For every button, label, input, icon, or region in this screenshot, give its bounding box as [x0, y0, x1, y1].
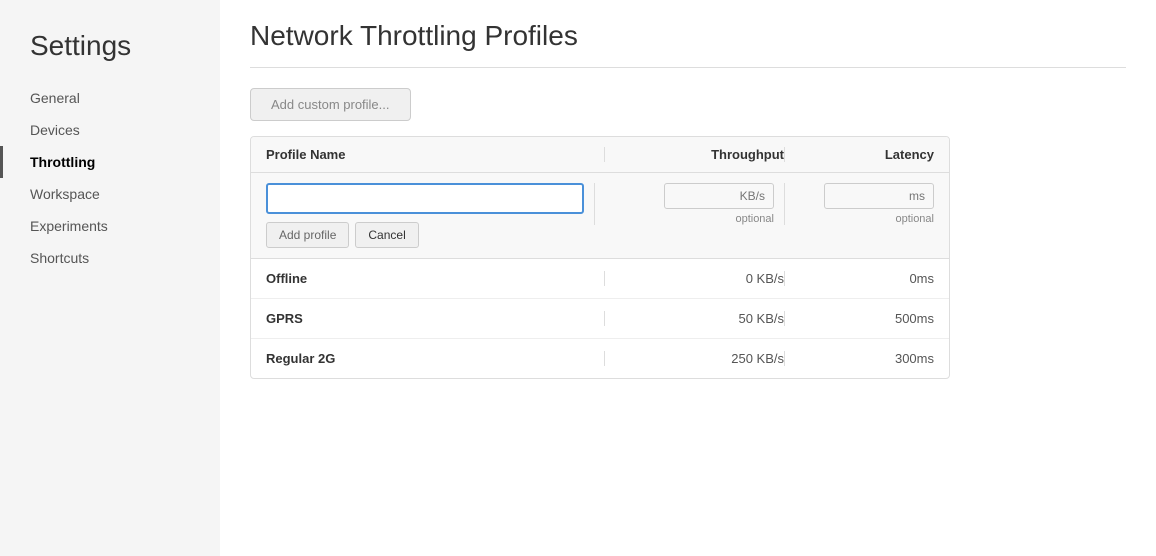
page-title: Network Throttling Profiles — [250, 20, 1126, 52]
sidebar-item-experiments[interactable]: Experiments — [0, 210, 220, 242]
table-row: Offline 0 KB/s 0ms — [251, 259, 949, 299]
profile-name-input-wrapper: Add profile Cancel — [266, 183, 584, 248]
profiles-table: Profile Name Throughput Latency Add prof… — [250, 136, 950, 379]
row-offline-throughput: 0 KB/s — [604, 271, 784, 286]
row-gprs-latency: 500ms — [784, 311, 934, 326]
add-custom-profile-button[interactable]: Add custom profile... — [250, 88, 411, 121]
table-row: GPRS 50 KB/s 500ms — [251, 299, 949, 339]
throughput-input-wrapper: optional — [594, 183, 774, 225]
latency-optional-label: optional — [895, 213, 934, 225]
add-profile-row: Add profile Cancel optional optional — [251, 173, 949, 259]
sidebar-title: Settings — [0, 20, 220, 82]
sidebar-item-devices[interactable]: Devices — [0, 114, 220, 146]
latency-input[interactable] — [824, 183, 934, 209]
row-offline-latency: 0ms — [784, 271, 934, 286]
latency-input-wrapper: optional — [784, 183, 934, 225]
profile-action-buttons: Add profile Cancel — [266, 222, 584, 248]
header-profile-name: Profile Name — [266, 147, 604, 162]
row-gprs-name: GPRS — [266, 311, 604, 326]
row-gprs-throughput: 50 KB/s — [604, 311, 784, 326]
sidebar-nav: General Devices Throttling Workspace Exp… — [0, 82, 220, 274]
throughput-optional-label: optional — [735, 213, 774, 225]
row-regular2g-latency: 300ms — [784, 351, 934, 366]
sidebar-item-shortcuts[interactable]: Shortcuts — [0, 242, 220, 274]
profile-name-input[interactable] — [266, 183, 584, 214]
sidebar-item-throttling[interactable]: Throttling — [0, 146, 220, 178]
section-divider — [250, 67, 1126, 68]
sidebar: Settings General Devices Throttling Work… — [0, 0, 220, 556]
table-row: Regular 2G 250 KB/s 300ms — [251, 339, 949, 378]
row-regular2g-throughput: 250 KB/s — [604, 351, 784, 366]
row-regular2g-name: Regular 2G — [266, 351, 604, 366]
row-offline-name: Offline — [266, 271, 604, 286]
table-header: Profile Name Throughput Latency — [251, 137, 949, 173]
throughput-input[interactable] — [664, 183, 774, 209]
header-latency: Latency — [784, 147, 934, 162]
sidebar-item-workspace[interactable]: Workspace — [0, 178, 220, 210]
add-profile-button[interactable]: Add profile — [266, 222, 349, 248]
sidebar-item-general[interactable]: General — [0, 82, 220, 114]
cancel-button[interactable]: Cancel — [355, 222, 418, 248]
header-throughput: Throughput — [604, 147, 784, 162]
main-content: Network Throttling Profiles Add custom p… — [220, 0, 1156, 556]
